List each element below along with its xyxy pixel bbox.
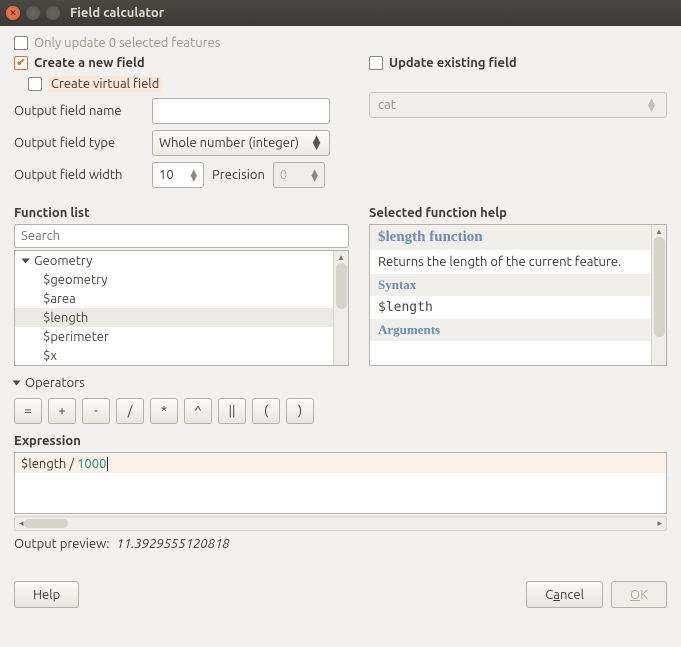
help-arguments-heading: Arguments [370, 319, 666, 341]
create-new-field-checkbox[interactable] [14, 56, 28, 70]
preview-label: Output preview: [14, 537, 109, 551]
op-equals-button[interactable]: = [14, 398, 42, 424]
chevron-updown-icon: ▲▼ [310, 136, 323, 150]
scroll-thumb[interactable] [336, 263, 347, 309]
output-type-label: Output field type [14, 136, 144, 150]
scroll-thumb[interactable] [654, 237, 665, 337]
help-button[interactable]: Help [14, 581, 79, 608]
help-title: $length function [370, 225, 666, 250]
existing-field-value: cat [378, 98, 396, 112]
precision-value: 0 [280, 168, 287, 182]
op-plus-button[interactable]: + [48, 398, 76, 424]
output-width-label: Output field width [14, 168, 144, 182]
only-update-label: Only update 0 selected features [34, 36, 220, 50]
precision-stepper: 0 ▴▾ [273, 162, 325, 188]
op-multiply-button[interactable]: * [150, 398, 178, 424]
update-existing-field-checkbox[interactable] [369, 56, 383, 70]
help-panel: $length function Returns the length of t… [369, 224, 667, 366]
chevron-updown-icon: ▲▼ [645, 99, 658, 111]
stepper-arrows-icon: ▴▾ [190, 169, 197, 181]
help-description: Returns the length of the current featur… [370, 250, 666, 274]
operators-row: = + - / * ^ || ( ) [14, 398, 667, 424]
maximize-icon[interactable] [46, 6, 60, 20]
titlebar: ✕ Field calculator [0, 0, 681, 26]
expression-editor[interactable]: $length / 1000 [14, 452, 667, 514]
scroll-thumb[interactable] [24, 519, 68, 528]
only-update-checkbox [14, 36, 28, 50]
cancel-button[interactable]: Cancel [526, 581, 603, 608]
minimize-icon[interactable] [26, 6, 40, 20]
tree-item[interactable]: $geometry [15, 270, 348, 289]
create-new-field-label: Create a new field [34, 56, 145, 70]
operators-heading: Operators [25, 376, 85, 390]
function-list-heading: Function list [14, 206, 349, 220]
close-icon[interactable]: ✕ [6, 6, 20, 20]
existing-field-select: cat ▲▼ [369, 92, 667, 118]
window-controls: ✕ [6, 6, 60, 20]
chevron-down-icon [22, 258, 30, 263]
op-power-button[interactable]: ^ [184, 398, 212, 424]
precision-label: Precision [212, 168, 265, 182]
stepper-arrows-icon: ▴▾ [311, 169, 318, 181]
scrollbar-horizontal[interactable]: ◂▸ [14, 516, 667, 531]
tree-group[interactable]: Geometry [15, 251, 348, 270]
op-concat-button[interactable]: || [218, 398, 246, 424]
preview-value: 11.3929555120818 [116, 537, 229, 551]
output-type-value: Whole number (integer) [159, 136, 299, 150]
output-type-select[interactable]: Whole number (integer) ▲▼ [152, 130, 330, 156]
output-name-label: Output field name [14, 104, 144, 118]
output-name-field[interactable] [152, 98, 330, 124]
function-help-heading: Selected function help [369, 206, 667, 220]
help-syntax: $length [370, 296, 666, 319]
op-lparen-button[interactable]: ( [252, 398, 280, 424]
scrollbar[interactable]: ▴ [651, 225, 666, 365]
create-virtual-field-checkbox[interactable] [28, 77, 42, 91]
text-caret [107, 457, 108, 471]
output-width-stepper[interactable]: 10 ▴▾ [152, 162, 204, 188]
function-tree[interactable]: Geometry $geometry $area $length $perime… [14, 250, 349, 366]
window-title: Field calculator [70, 6, 164, 20]
expression-heading: Expression [14, 434, 667, 448]
chevron-down-icon[interactable] [13, 381, 21, 386]
ok-button: OK [611, 581, 667, 608]
op-rparen-button[interactable]: ) [286, 398, 314, 424]
update-existing-field-label: Update existing field [389, 56, 517, 70]
tree-item-selected[interactable]: $length [15, 308, 348, 327]
output-width-value: 10 [159, 168, 174, 182]
op-minus-button[interactable]: - [82, 398, 110, 424]
search-input[interactable] [14, 224, 349, 248]
op-divide-button[interactable]: / [116, 398, 144, 424]
tree-item[interactable]: $perimeter [15, 327, 348, 346]
help-syntax-heading: Syntax [370, 274, 666, 296]
scrollbar[interactable]: ▴ [333, 251, 348, 365]
create-virtual-field-label: Create virtual field [48, 76, 162, 92]
tree-item[interactable]: $area [15, 289, 348, 308]
tree-item[interactable]: $x [15, 346, 348, 365]
